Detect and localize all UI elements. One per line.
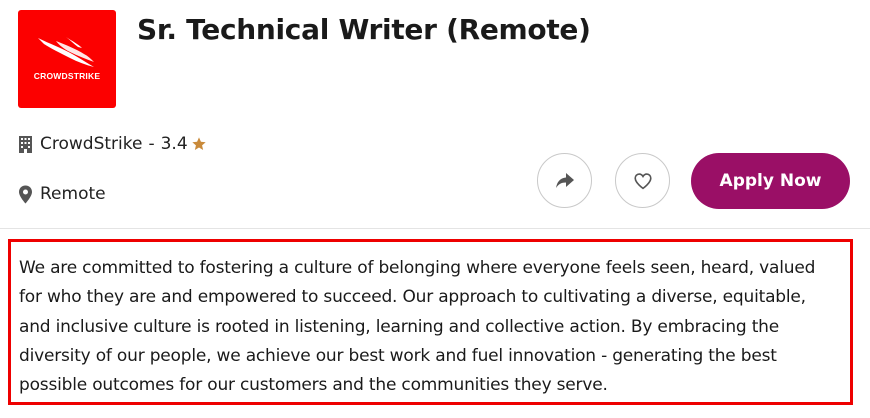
job-title: Sr. Technical Writer (Remote) [137,13,591,46]
save-job-button[interactable] [615,153,670,208]
location-row: Remote [18,182,106,206]
header-divider [0,228,870,229]
company-rating-separator: - [148,134,155,154]
company-rating-row: CrowdStrike - 3.4 [18,132,207,156]
star-icon [191,136,207,152]
share-button[interactable] [537,153,592,208]
building-icon [18,135,33,154]
falcon-logo-icon [38,37,94,67]
logo-wordmark: CROWDSTRIKE [33,71,101,81]
job-location: Remote [40,184,106,204]
company-rating: 3.4 [160,134,188,154]
company-logo: CROWDSTRIKE [18,10,116,108]
share-arrow-icon [555,172,574,188]
job-posting-page: CROWDSTRIKE Sr. Technical Writer (Remote… [0,0,870,418]
heart-icon [633,172,652,189]
map-pin-icon [18,185,33,204]
job-description-text: We are committed to fostering a culture … [19,258,816,396]
apply-now-button[interactable]: Apply Now [691,153,850,209]
company-name[interactable]: CrowdStrike [40,134,142,154]
job-description-highlight: We are committed to fostering a culture … [8,239,853,405]
